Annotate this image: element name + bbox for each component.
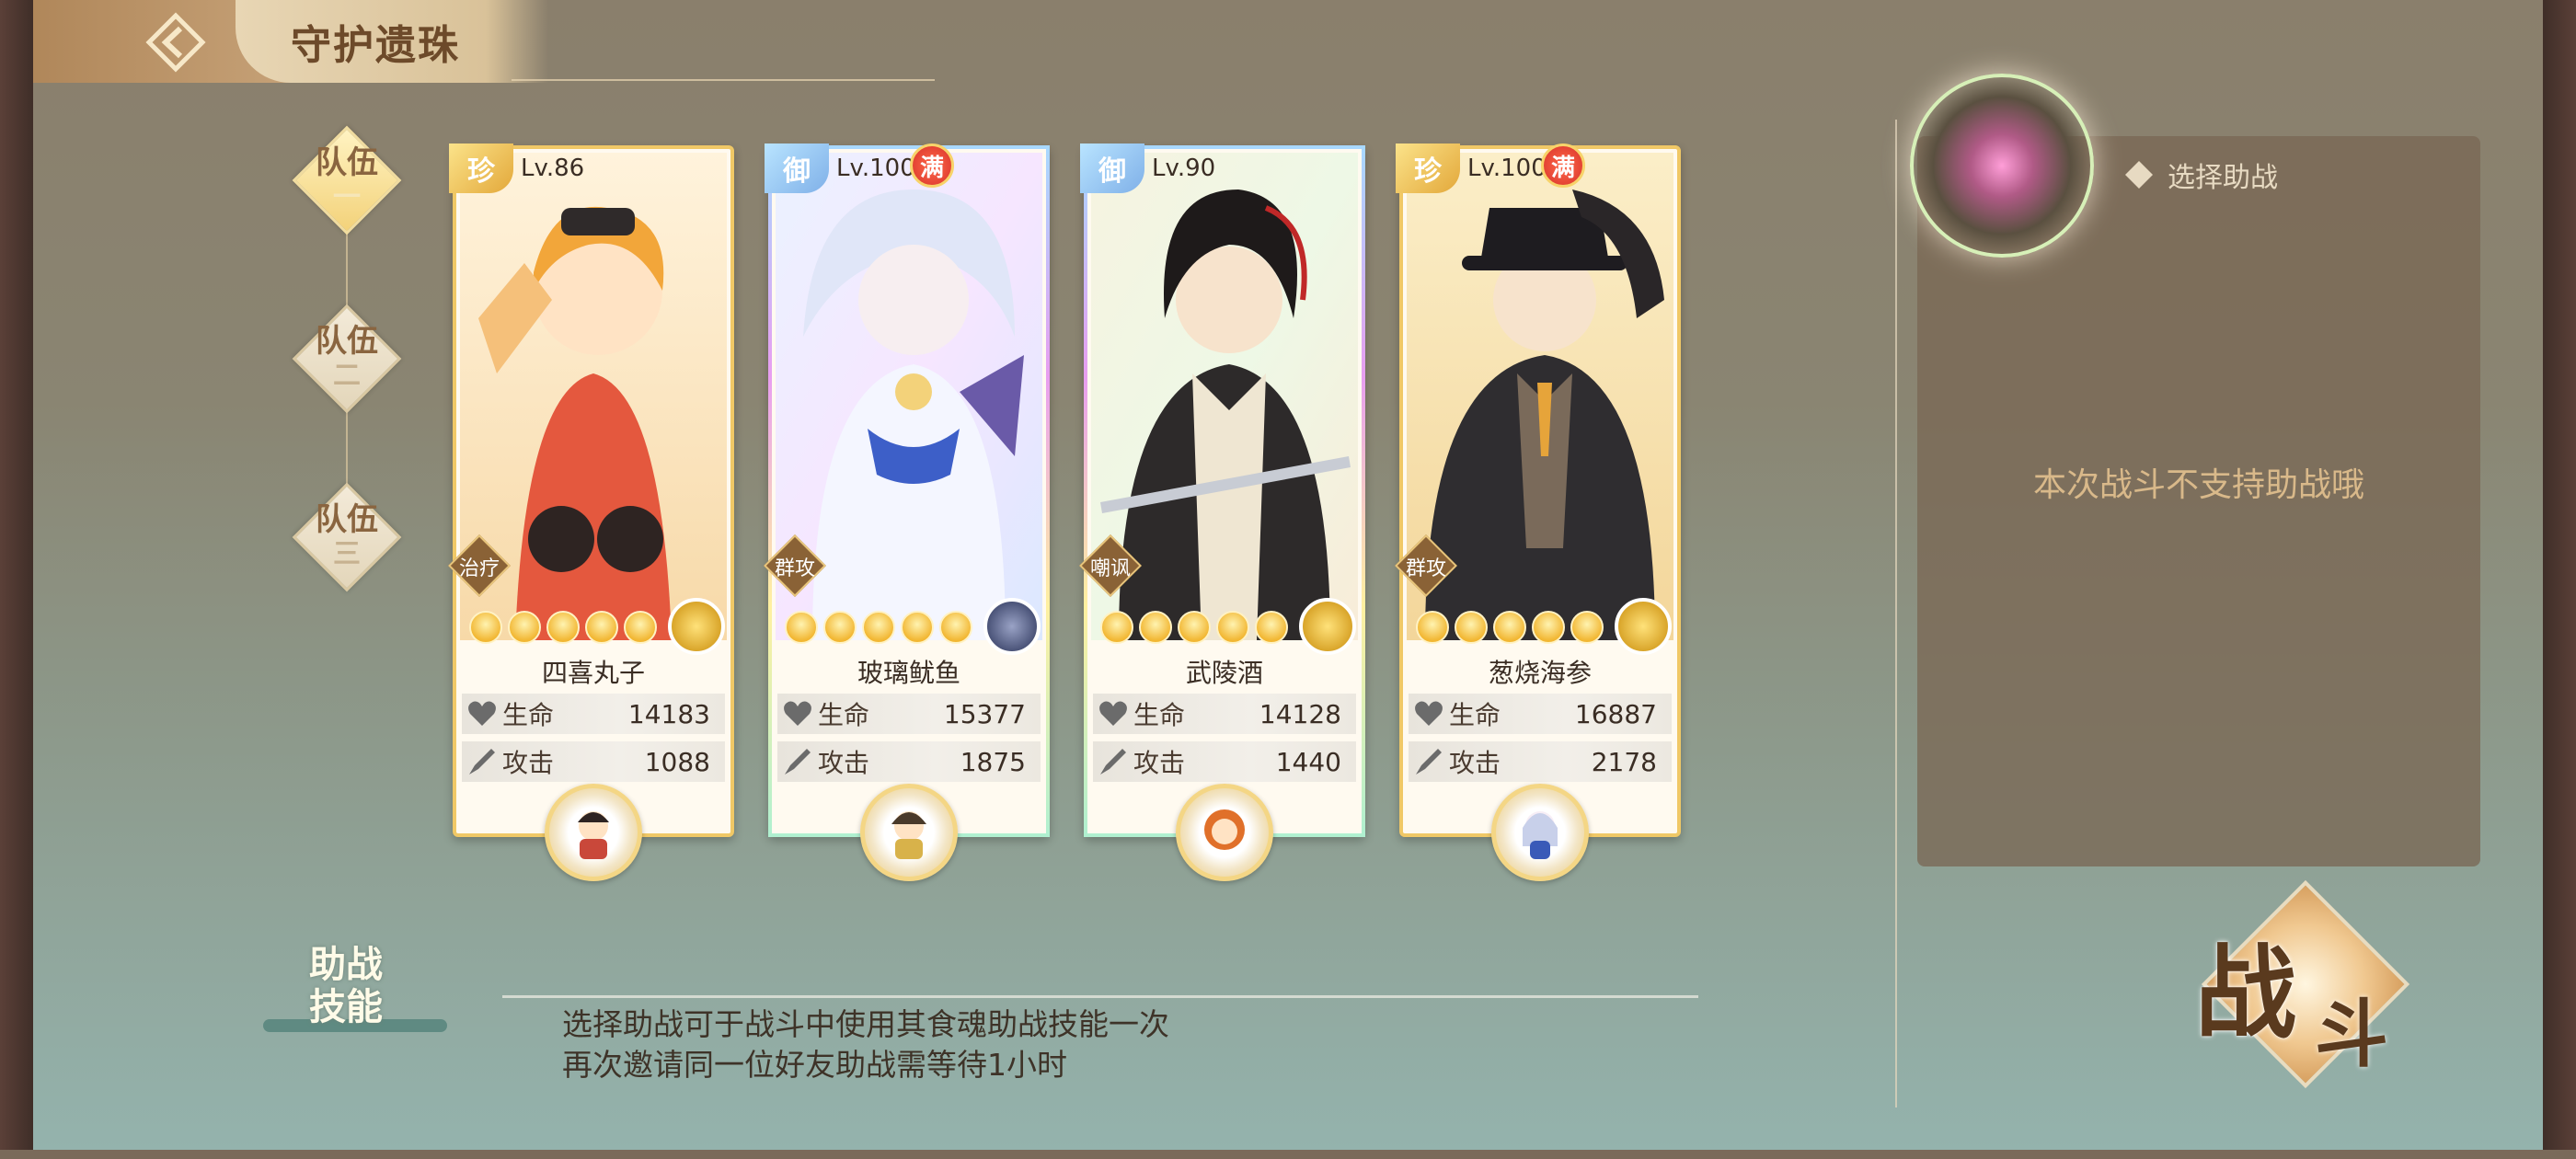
- header-divider: [512, 79, 935, 81]
- rarity-badge: 珍: [1396, 143, 1460, 193]
- card-level: Lv.100: [836, 155, 915, 182]
- rarity-badge: 御: [1080, 143, 1144, 193]
- star-icon: [1139, 611, 1172, 644]
- atk-row: 攻击 1875: [777, 741, 1041, 782]
- atk-row: 攻击 1440: [1093, 741, 1356, 782]
- element-flower-icon: [1299, 598, 1356, 655]
- star-rating: [1416, 611, 1604, 644]
- frame-bottom: [0, 1150, 2576, 1159]
- star-icon: [1532, 611, 1565, 644]
- diamond-icon: [2125, 161, 2153, 189]
- atk-row: 攻击 1088: [462, 741, 725, 782]
- element-flower-icon: [668, 598, 725, 655]
- star-icon: [546, 611, 580, 644]
- sword-icon: [1409, 741, 1449, 782]
- star-icon: [585, 611, 618, 644]
- team-tab-2[interactable]: 队伍二: [292, 304, 402, 414]
- role-badge: 治疗: [448, 534, 511, 597]
- element-flower-icon: [983, 598, 1041, 655]
- card-level: Lv.86: [521, 155, 585, 182]
- pet-avatar-icon: [578, 811, 609, 859]
- character-card-1[interactable]: 珍 Lv.86 治疗 四喜丸子 生命 14183 攻击 1088: [448, 143, 734, 881]
- skill-description: 选择助战可于战斗中使用其食魂助战技能一次 再次邀请同一位好友助战需等待1小时: [562, 1004, 1169, 1085]
- star-icon: [785, 611, 818, 644]
- max-level-badge: 满: [1541, 143, 1585, 188]
- card-level: Lv.90: [1152, 155, 1216, 182]
- role-badge: 群攻: [1395, 534, 1457, 597]
- pet-emblem[interactable]: [860, 784, 958, 881]
- star-icon: [1255, 611, 1288, 644]
- character-name: 四喜丸子: [541, 658, 645, 688]
- star-icon: [901, 611, 934, 644]
- helper-unavailable-message: 本次战斗不支持助战哦: [2032, 466, 2364, 504]
- star-icon: [1570, 611, 1604, 644]
- character-card-4[interactable]: 珍 Lv.100 满 群攻 葱烧海参 生命 16887 攻击 2178: [1395, 143, 1681, 881]
- star-rating: [785, 611, 972, 644]
- card-level: Lv.100: [1467, 155, 1547, 182]
- hp-row: 生命 16887: [1409, 694, 1672, 734]
- pet-emblem[interactable]: [1491, 784, 1589, 881]
- star-rating: [469, 611, 657, 644]
- heart-icon: [777, 694, 818, 734]
- pet-emblem[interactable]: [545, 784, 642, 881]
- star-icon: [1216, 611, 1249, 644]
- frame-right: [2543, 0, 2576, 1159]
- skill-divider: [502, 995, 1698, 998]
- role-badge: 嘲讽: [1079, 534, 1142, 597]
- frame-left: [0, 0, 33, 1159]
- heart-icon: [1409, 694, 1449, 734]
- skill-description-line-2: 再次邀请同一位好友助战需等待1小时: [562, 1047, 1067, 1083]
- pet-avatar-icon: [891, 811, 926, 859]
- character-card-3[interactable]: 御 Lv.90 嘲讽 武陵酒 生命 14128 攻击 1440: [1079, 143, 1365, 881]
- star-icon: [1455, 611, 1488, 644]
- back-button[interactable]: [116, 6, 236, 79]
- role-badge: 群攻: [764, 534, 826, 597]
- character-name: 玻璃鱿鱼: [857, 658, 960, 688]
- hp-row: 生命 15377: [777, 694, 1041, 734]
- rarity-badge: 珍: [449, 143, 513, 193]
- character-name: 葱烧海参: [1488, 658, 1592, 688]
- team-tab-1[interactable]: 队伍一: [292, 125, 402, 235]
- rarity-badge: 御: [765, 143, 829, 193]
- atk-row: 攻击 2178: [1409, 741, 1672, 782]
- star-icon: [862, 611, 895, 644]
- hp-row: 生命 14183: [462, 694, 725, 734]
- helper-title: 选择助战: [2168, 162, 2278, 194]
- star-icon: [624, 611, 657, 644]
- game-screen: 守护遗珠 队伍一 队伍二 队伍三 珍 Lv.86 治疗 四喜丸子 生命 1418…: [33, 0, 2543, 1150]
- heart-icon: [1093, 694, 1133, 734]
- element-flower-icon: [1615, 598, 1672, 655]
- sword-icon: [777, 741, 818, 782]
- star-icon: [1178, 611, 1211, 644]
- pet-emblem[interactable]: [1176, 784, 1273, 881]
- pet-avatar-icon: [1204, 809, 1245, 850]
- star-icon: [1100, 611, 1133, 644]
- heart-icon: [462, 694, 502, 734]
- page-title: 守护遗珠: [291, 22, 460, 69]
- title-plate: 守护遗珠: [236, 0, 548, 83]
- character-card-2[interactable]: 御 Lv.100 满 群攻 玻璃鱿鱼 生命 15377 攻击 1875: [764, 143, 1050, 881]
- pet-avatar-icon: [1523, 811, 1558, 859]
- skill-label: 助战 技能: [309, 943, 383, 1028]
- max-level-badge: 满: [910, 143, 954, 188]
- star-icon: [508, 611, 541, 644]
- sword-icon: [1093, 741, 1133, 782]
- helper-select-orb[interactable]: [1910, 74, 2094, 258]
- star-rating: [1100, 611, 1288, 644]
- sword-icon: [462, 741, 502, 782]
- skill-description-line-1: 选择助战可于战斗中使用其食魂助战技能一次: [562, 1006, 1169, 1042]
- panel-divider: [1895, 120, 1897, 1107]
- star-icon: [939, 611, 972, 644]
- character-name: 武陵酒: [1185, 658, 1263, 688]
- star-icon: [469, 611, 502, 644]
- helper-header: 选择助战: [2123, 155, 2473, 195]
- star-icon: [823, 611, 857, 644]
- star-icon: [1493, 611, 1526, 644]
- hp-row: 生命 14128: [1093, 694, 1356, 734]
- star-icon: [1416, 611, 1449, 644]
- team-tab-3[interactable]: 队伍三: [292, 482, 402, 592]
- battle-button[interactable]: 战 斗: [2177, 879, 2416, 1089]
- back-arrow-icon: [145, 12, 206, 73]
